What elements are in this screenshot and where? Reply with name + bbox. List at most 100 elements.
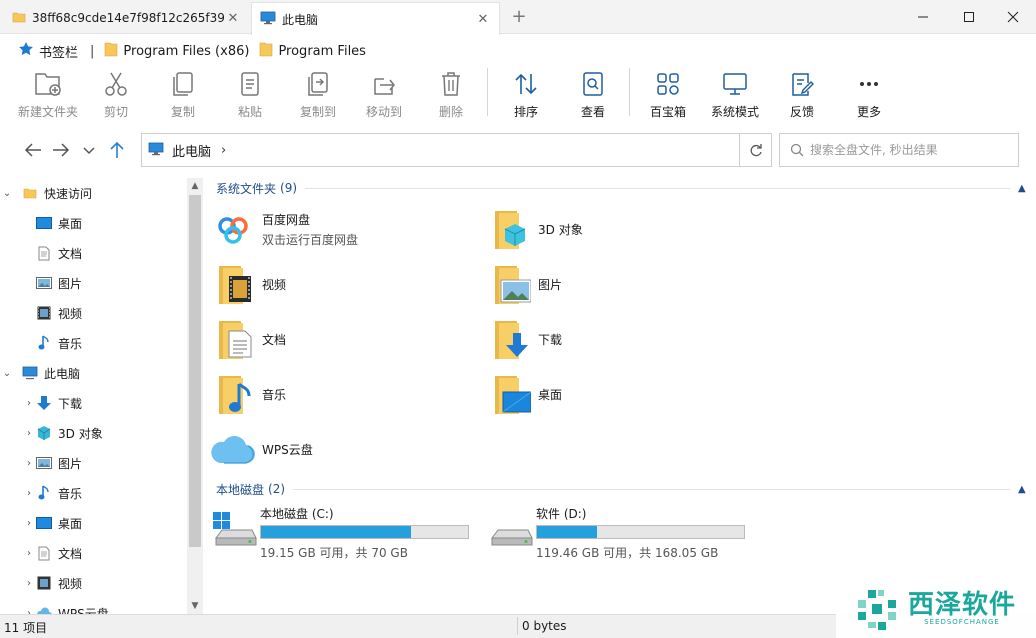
sidebar-item-music[interactable]: › 音乐 bbox=[0, 478, 186, 508]
back-button[interactable] bbox=[21, 137, 45, 163]
computer-icon bbox=[260, 11, 276, 28]
sidebar-item-quick-videos[interactable]: 视频 bbox=[0, 298, 186, 328]
drive-icon bbox=[486, 503, 536, 553]
folder-desktop[interactable]: 桌面 bbox=[484, 369, 754, 419]
folder-downloads[interactable]: 下载 bbox=[484, 314, 754, 364]
search-input[interactable] bbox=[810, 143, 1010, 157]
new-folder-button[interactable]: 新建文件夹 bbox=[13, 68, 83, 122]
scroll-up-arrow-icon[interactable]: ▲ bbox=[187, 178, 203, 194]
sidebar-item-downloads[interactable]: › 下载 bbox=[0, 388, 186, 418]
tab-hash-folder[interactable]: 38ff68c9cde14e7f98f12c265f3975 ✕ bbox=[4, 2, 249, 34]
watermark-logo-icon bbox=[858, 590, 896, 630]
minimize-button[interactable] bbox=[900, 0, 946, 34]
paste-button[interactable]: 粘贴 bbox=[215, 68, 285, 122]
chevron-up-icon[interactable]: ▲ bbox=[1018, 484, 1028, 495]
refresh-icon bbox=[750, 144, 762, 157]
folder-icon bbox=[104, 41, 118, 61]
sidebar-item-quick-documents[interactable]: 文档 bbox=[0, 238, 186, 268]
feedback-button[interactable]: 反馈 bbox=[767, 68, 837, 122]
folder-pictures[interactable]: 图片 bbox=[484, 259, 754, 309]
folder-videos[interactable]: 视频 bbox=[208, 259, 478, 309]
search-box[interactable] bbox=[779, 133, 1019, 167]
copy-to-icon bbox=[302, 68, 334, 100]
film-icon bbox=[36, 305, 52, 321]
bookmarks-bar-button[interactable]: 书签栏 bbox=[18, 41, 78, 61]
toolbox-button[interactable]: 百宝箱 bbox=[633, 68, 703, 122]
refresh-button[interactable] bbox=[739, 134, 771, 166]
sidebar-item-quick-desktop[interactable]: 桌面 bbox=[0, 208, 186, 238]
move-to-button[interactable]: 移动到 bbox=[349, 68, 419, 122]
bookmarks-bar: 书签栏 | Program Files (x86) Program Files bbox=[0, 36, 1036, 66]
bookmark-program-files-x86[interactable]: Program Files (x86) bbox=[104, 41, 249, 61]
chevron-right-icon[interactable]: › bbox=[22, 548, 36, 559]
drive-usage-bar bbox=[260, 525, 469, 539]
folder-documents[interactable]: 文档 bbox=[208, 314, 478, 364]
recent-locations-button[interactable] bbox=[77, 137, 101, 163]
move-to-icon bbox=[368, 68, 400, 100]
chevron-right-icon[interactable]: › bbox=[22, 398, 36, 409]
chevron-down-icon[interactable]: ⌄ bbox=[0, 188, 14, 199]
address-path[interactable]: 此电脑 bbox=[172, 141, 211, 160]
scroll-down-arrow-icon[interactable]: ▼ bbox=[187, 598, 203, 614]
system-mode-button[interactable]: 系统模式 bbox=[700, 68, 770, 122]
bookmark-program-files[interactable]: Program Files bbox=[259, 41, 366, 61]
sort-button[interactable]: 排序 bbox=[491, 68, 561, 122]
chevron-right-icon[interactable]: › bbox=[22, 578, 36, 589]
sidebar-item-wps-cloud[interactable]: › WPS云盘 bbox=[0, 598, 186, 614]
chevron-right-icon[interactable]: › bbox=[22, 428, 36, 439]
copy-button[interactable]: 复制 bbox=[148, 68, 218, 122]
close-window-button[interactable] bbox=[990, 0, 1036, 34]
chevron-up-icon[interactable]: ▲ bbox=[1018, 183, 1028, 194]
drive-usage-text: 119.46 GB 可用，共 168.05 GB bbox=[536, 546, 719, 560]
star-icon bbox=[18, 41, 34, 61]
folder-baidu-netdisk[interactable]: 百度网盘 双击运行百度网盘 bbox=[208, 204, 478, 254]
address-bar[interactable]: 此电脑 › bbox=[141, 133, 772, 167]
tab-this-pc[interactable]: 此电脑 ✕ bbox=[251, 2, 500, 35]
chevron-down-icon[interactable]: ⌄ bbox=[0, 368, 14, 379]
close-tab-icon[interactable]: ✕ bbox=[225, 11, 241, 26]
sidebar-item-desktop[interactable]: › 桌面 bbox=[0, 508, 186, 538]
view-button[interactable]: 查看 bbox=[558, 68, 628, 122]
videos-folder-icon bbox=[208, 259, 258, 309]
sidebar-item-label: 视频 bbox=[58, 306, 83, 321]
sidebar-item-3d-objects[interactable]: › 3D 对象 bbox=[0, 418, 186, 448]
folder-music[interactable]: 音乐 bbox=[208, 369, 478, 419]
up-button[interactable] bbox=[105, 137, 129, 163]
more-button[interactable]: 更多 bbox=[834, 68, 904, 122]
chevron-right-icon[interactable]: › bbox=[22, 488, 36, 499]
sidebar-item-label: 视频 bbox=[58, 576, 83, 591]
pictures-icon bbox=[36, 455, 52, 471]
new-tab-button[interactable]: + bbox=[508, 6, 530, 28]
drive-d[interactable]: 软件 (D:) 119.46 GB 可用，共 168.05 GB bbox=[486, 503, 756, 560]
forward-button[interactable] bbox=[49, 137, 73, 163]
chevron-right-icon[interactable]: › bbox=[22, 518, 36, 529]
group-header-system-folders[interactable]: 系统文件夹 (9) ▲ bbox=[216, 179, 1028, 197]
folder-wps-cloud[interactable]: WPS云盘 bbox=[208, 424, 478, 474]
sidebar-item-quick-access[interactable]: ⌄ 快速访问 bbox=[0, 178, 186, 208]
sidebar-item-pictures[interactable]: › 图片 bbox=[0, 448, 186, 478]
copy-to-button[interactable]: 复制到 bbox=[283, 68, 353, 122]
sidebar-item-quick-music[interactable]: 音乐 bbox=[0, 328, 186, 358]
sidebar-item-documents[interactable]: › 文档 bbox=[0, 538, 186, 568]
maximize-button[interactable] bbox=[946, 0, 992, 34]
chevron-right-icon[interactable]: › bbox=[22, 458, 36, 469]
sidebar-item-this-pc[interactable]: ⌄ 此电脑 bbox=[0, 358, 186, 388]
folder-3d-objects[interactable]: 3D 对象 bbox=[484, 204, 754, 254]
sidebar-item-quick-pictures[interactable]: 图片 bbox=[0, 268, 186, 298]
delete-button[interactable]: 删除 bbox=[416, 68, 486, 122]
drive-c[interactable]: 本地磁盘 (C:) 19.15 GB 可用，共 70 GB bbox=[210, 503, 480, 560]
group-header-local-disks[interactable]: 本地磁盘 (2) ▲ bbox=[216, 480, 1028, 498]
cut-button[interactable]: 剪切 bbox=[81, 68, 151, 122]
navigation-pane: ⌄ 快速访问 桌面 文档 图片 视频 音乐 ⌄ 此电脑 › 下载 › 3D 对象… bbox=[0, 178, 186, 614]
chevron-right-icon[interactable]: › bbox=[221, 143, 226, 158]
folder-icon bbox=[259, 41, 273, 61]
star-folder-icon bbox=[22, 185, 38, 201]
status-divider bbox=[517, 617, 518, 635]
sidebar-scrollbar[interactable]: ▲ ▼ bbox=[187, 178, 203, 614]
sidebar-item-label: 图片 bbox=[58, 456, 83, 471]
document-icon bbox=[36, 545, 52, 561]
bookmark-label: Program Files (x86) bbox=[123, 43, 250, 59]
scrollbar-thumb[interactable] bbox=[189, 195, 201, 547]
sidebar-item-videos[interactable]: › 视频 bbox=[0, 568, 186, 598]
close-tab-icon[interactable]: ✕ bbox=[475, 12, 491, 27]
